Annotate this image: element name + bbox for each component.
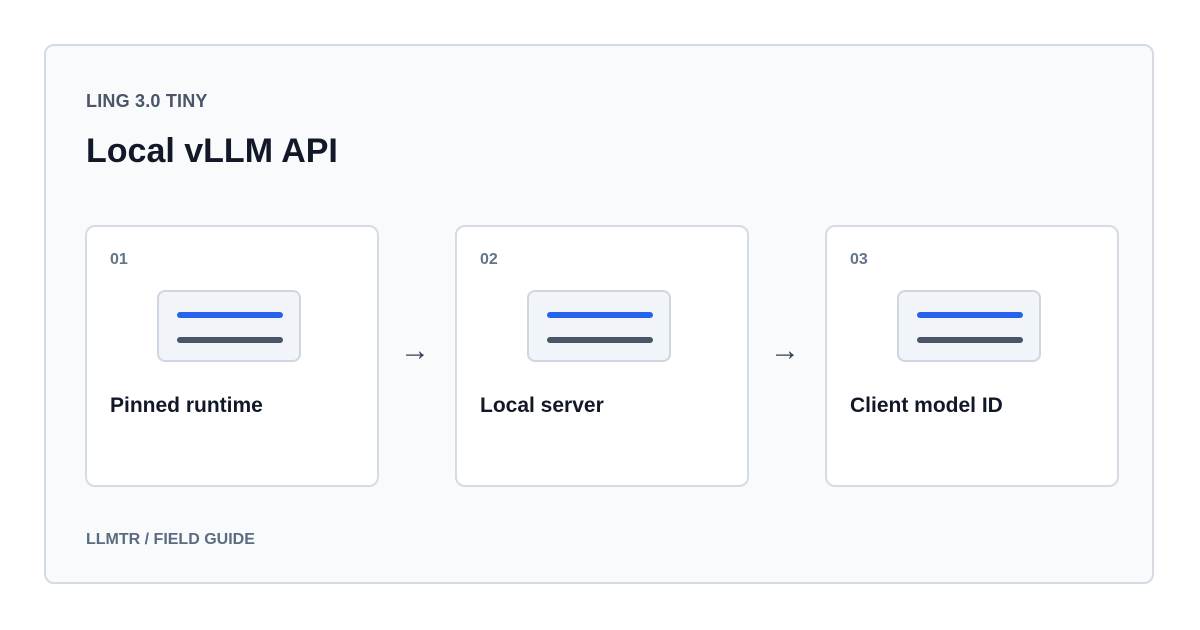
step-card-client: 03 Client model ID [825, 225, 1119, 487]
step-number: 01 [110, 251, 128, 268]
page-title: Local vLLM API [86, 132, 338, 170]
icon-line-primary [917, 312, 1023, 318]
footer-label: LLMTR / FIELD GUIDE [86, 531, 255, 548]
step-label: Local server [480, 394, 604, 417]
step-card-runtime: 01 Pinned runtime [85, 225, 379, 487]
step-label: Client model ID [850, 394, 1003, 417]
server-config-icon [157, 290, 301, 362]
icon-line-primary [177, 312, 283, 318]
step-label: Pinned runtime [110, 394, 263, 417]
icon-line-secondary [177, 337, 283, 343]
step-number: 02 [480, 251, 498, 268]
eyebrow-label: LING 3.0 TINY [86, 91, 208, 111]
server-config-icon [897, 290, 1041, 362]
icon-line-secondary [917, 337, 1023, 343]
icon-line-primary [547, 312, 653, 318]
server-config-icon [527, 290, 671, 362]
arrow-right-icon: → [770, 334, 800, 367]
step-number: 03 [850, 251, 868, 268]
icon-line-secondary [547, 337, 653, 343]
arrow-right-icon: → [400, 334, 430, 367]
step-card-server: 02 Local server [455, 225, 749, 487]
diagram-panel: LING 3.0 TINY Local vLLM API 01 Pinned r… [44, 44, 1154, 584]
